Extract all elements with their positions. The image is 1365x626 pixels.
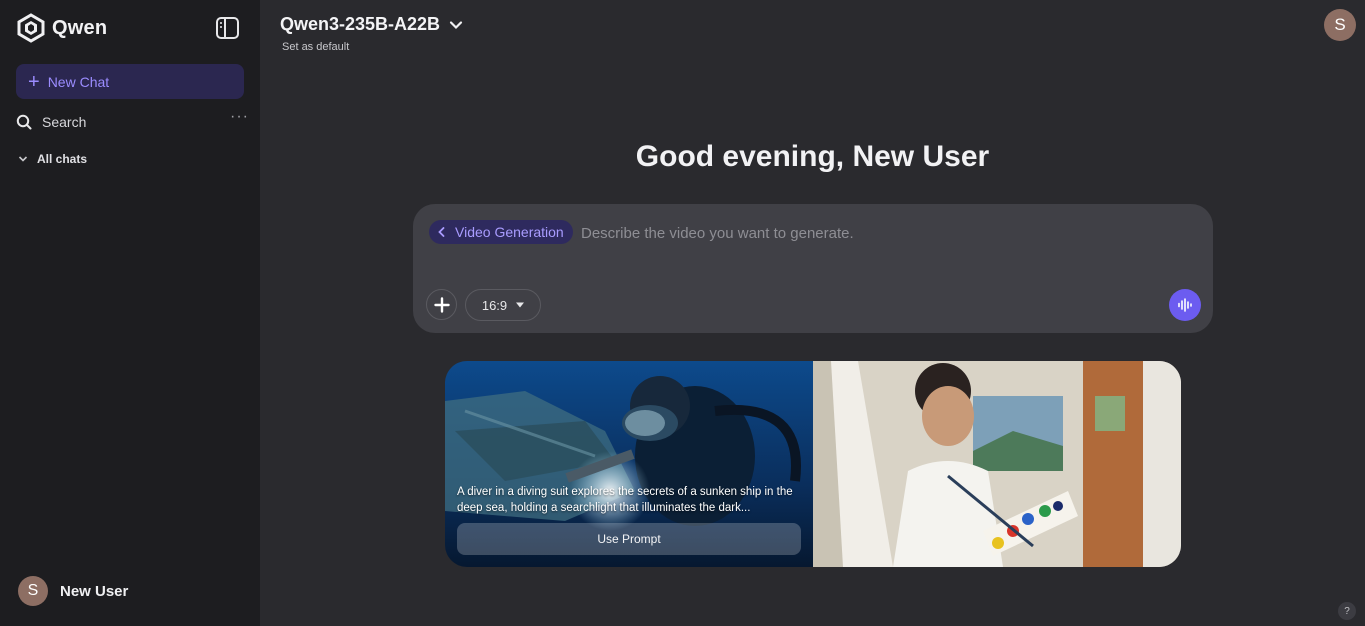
- plus-icon: [433, 296, 450, 313]
- prompt-input[interactable]: [581, 222, 1181, 244]
- new-chat-label: New Chat: [47, 73, 110, 90]
- more-options-icon[interactable]: ···: [230, 108, 249, 126]
- help-button[interactable]: ?: [1338, 602, 1356, 620]
- mode-chip-label: Video Generation: [455, 224, 564, 240]
- video-generation-chip[interactable]: Video Generation: [429, 220, 573, 244]
- use-prompt-button[interactable]: Use Prompt: [457, 523, 801, 555]
- model-selector[interactable]: Qwen3-235B-A22B: [280, 14, 463, 35]
- search-icon: [16, 114, 32, 130]
- set-default-link[interactable]: Set as default: [282, 41, 349, 53]
- chevron-down-icon: [449, 20, 463, 29]
- page-title: Good evening, New User: [635, 140, 990, 173]
- brand-name: Qwen: [52, 16, 108, 39]
- example-card-diver[interactable]: A diver in a diving suit explores the se…: [445, 361, 813, 567]
- add-attachment-button[interactable]: [426, 289, 457, 320]
- avatar: S: [18, 576, 48, 606]
- search-label: Search: [42, 114, 87, 130]
- caret-down-icon: [516, 302, 525, 308]
- card-prompt-text: A diver in a diving suit explores the se…: [457, 486, 793, 514]
- qwen-logo-icon: [17, 13, 45, 43]
- avatar[interactable]: S: [1324, 9, 1356, 41]
- aspect-ratio-dropdown[interactable]: 16:9: [465, 289, 541, 321]
- user-name: New User: [60, 582, 129, 600]
- sidebar: Qwen + New Chat Search ··· All chats S N…: [0, 0, 260, 626]
- plus-icon: +: [28, 70, 40, 93]
- brand-logo[interactable]: Qwen: [16, 12, 107, 44]
- example-card-painter[interactable]: [813, 361, 1181, 567]
- aspect-ratio-value: 16:9: [481, 297, 508, 313]
- voice-input-button[interactable]: [1169, 289, 1201, 321]
- sidebar-toggle-icon[interactable]: [215, 16, 240, 40]
- example-carousel: A diver in a diving suit explores the se…: [445, 361, 1181, 567]
- new-chat-button[interactable]: + New Chat: [16, 64, 244, 99]
- painter-image: [813, 361, 1181, 567]
- waveform-icon: [1178, 298, 1192, 312]
- chevron-left-icon: [438, 227, 445, 237]
- search-button[interactable]: Search: [16, 110, 246, 134]
- user-menu[interactable]: S New User: [18, 576, 128, 606]
- composer: Video Generation 16:9: [413, 204, 1213, 333]
- model-name: Qwen3-235B-A22B: [280, 14, 441, 34]
